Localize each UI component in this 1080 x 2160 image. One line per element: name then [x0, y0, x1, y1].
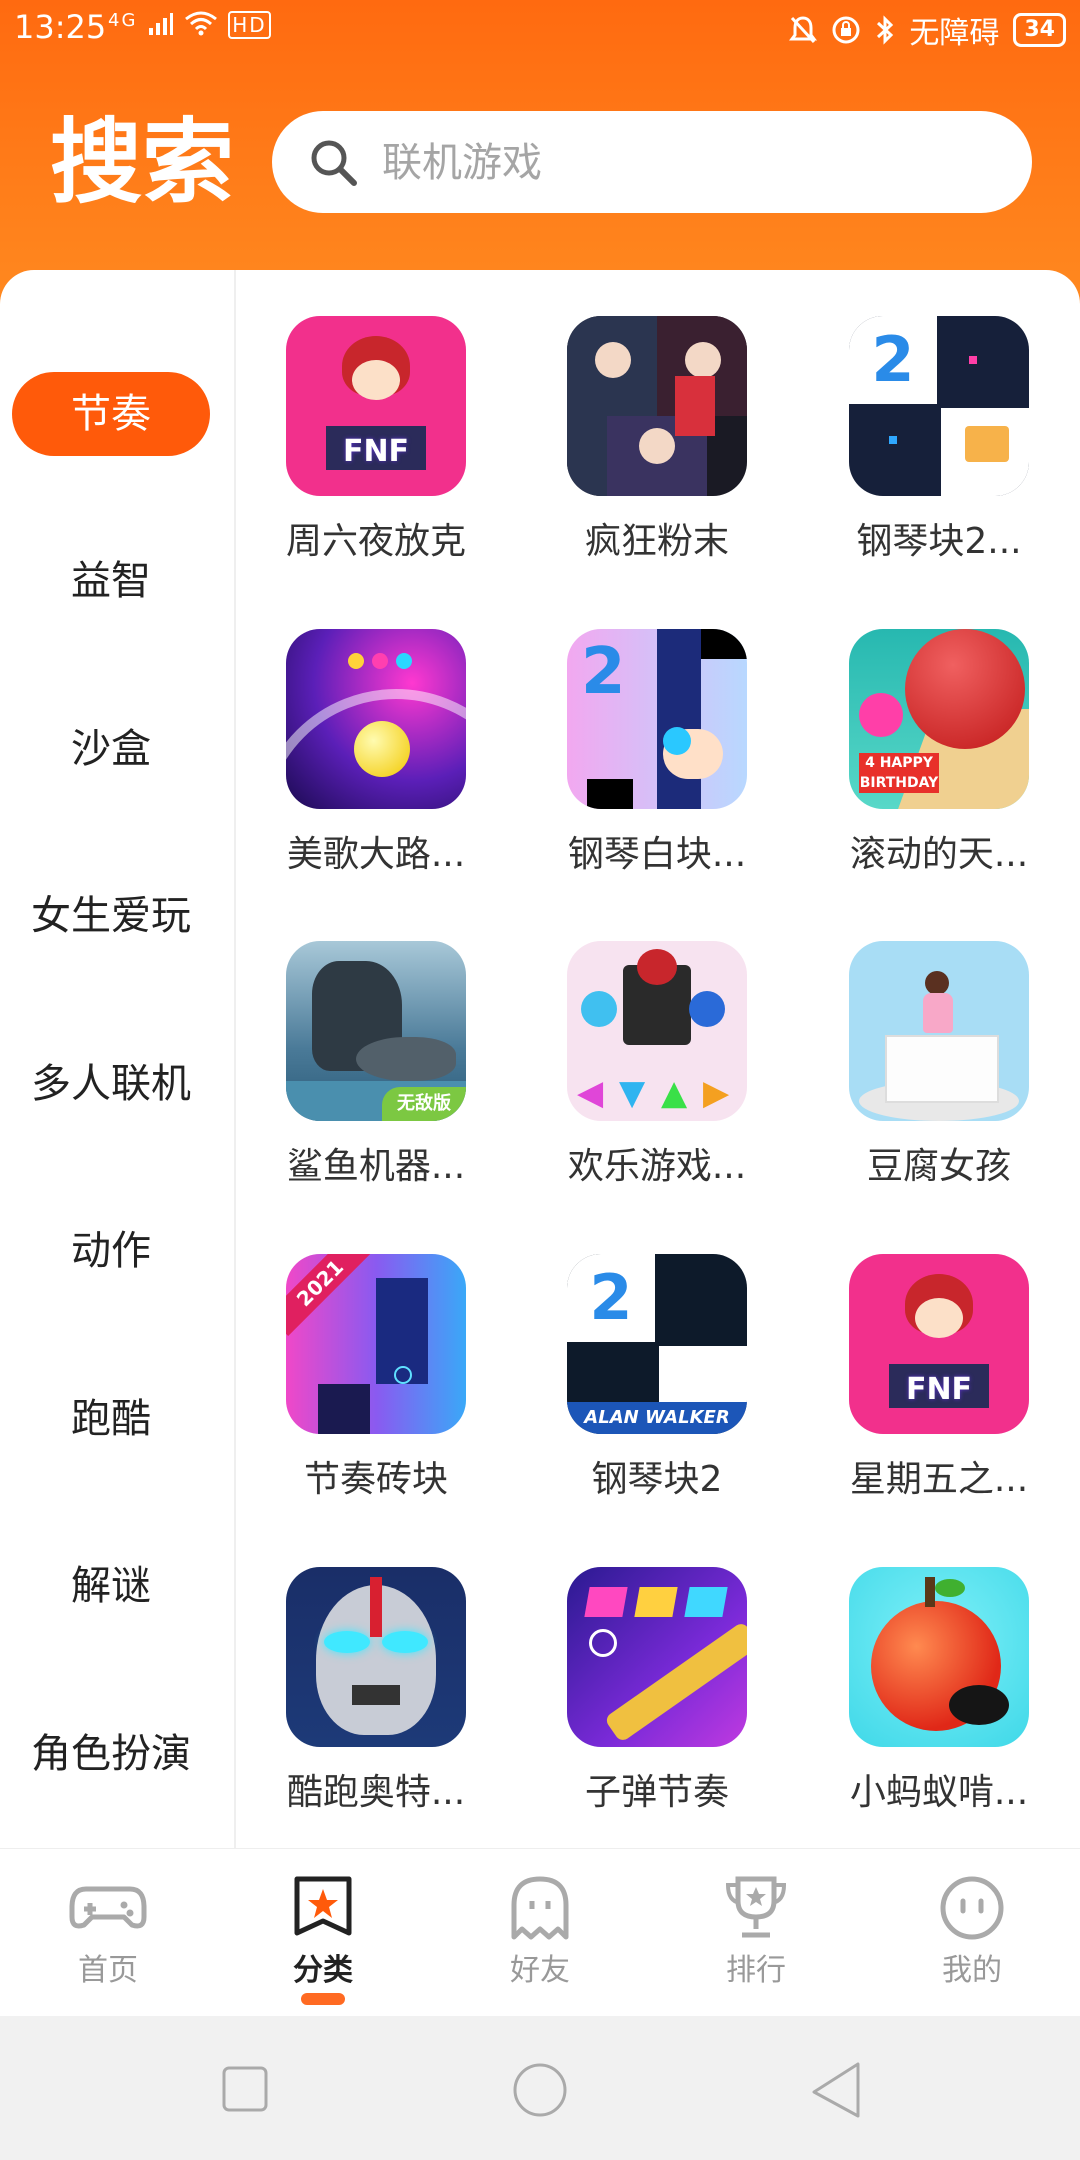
accessibility-label: 无障碍 [909, 16, 1000, 51]
search-input[interactable] [380, 133, 1004, 193]
ant-apple-icon [849, 1567, 1029, 1747]
game-name: 滚动的天... [849, 834, 1029, 875]
game-tile[interactable]: 美歌大路... [276, 629, 476, 889]
wifi-icon [185, 11, 217, 36]
game-name: 小蚂蚁啃... [849, 1772, 1029, 1813]
ultraman-icon [286, 1567, 466, 1747]
category-star-icon [294, 1876, 352, 1936]
game-name: 美歌大路... [286, 834, 466, 875]
sidebar-item-girls[interactable]: 女生爱玩 [12, 874, 210, 958]
game-tile[interactable]: FNF 星期五之... [839, 1254, 1039, 1514]
game-tile[interactable]: 豆腐女孩 [839, 941, 1039, 1201]
fnf-friday-icon: FNF [849, 1254, 1029, 1434]
smiley-profile-icon [940, 1876, 1004, 1940]
bullet-rhythm-gun-icon [567, 1567, 747, 1747]
nav-friends[interactable]: 好友 [460, 1873, 620, 1991]
shark-robot-icon: 无敌版 [286, 941, 466, 1121]
network-type: 4G [108, 10, 138, 31]
gamepad-icon [69, 1886, 147, 1929]
rhythm-tiles-2021-icon: 2021 [286, 1254, 466, 1434]
sidebar-item-roleplay[interactable]: 角色扮演 [12, 1712, 210, 1796]
game-name: 子弹节奏 [584, 1772, 729, 1813]
piano-tiles-birthday-icon: 2 [849, 316, 1029, 496]
search-bar[interactable] [272, 111, 1032, 213]
bluetooth-icon [877, 15, 894, 45]
piano-tap-finger-icon: 2 [567, 629, 747, 809]
nav-home[interactable]: 首页 [28, 1873, 188, 1991]
bell-muted-icon [789, 16, 818, 44]
game-name: 欢乐游戏... [567, 1146, 747, 1187]
tofu-girl-icon [849, 941, 1029, 1121]
anime-trio-icon [567, 316, 747, 496]
battery-icon: 34 [1013, 13, 1066, 47]
nav-category[interactable]: 分类 [243, 1873, 403, 2005]
sidebar-item-riddle[interactable]: 解谜 [12, 1544, 210, 1628]
game-tile[interactable]: 2 钢琴块2... [839, 316, 1039, 576]
rolling-ball-neon-icon [286, 629, 466, 809]
nav-friends-label: 好友 [510, 1953, 570, 1988]
recent-apps-icon[interactable] [220, 2064, 270, 2114]
rolling-sky-birthday-icon: 4 HAPPY BIRTHDAY [849, 629, 1029, 809]
sidebar-item-sandbox[interactable]: 沙盒 [12, 707, 210, 791]
sidebar-item-action[interactable]: 动作 [12, 1209, 210, 1293]
back-triangle-icon[interactable] [808, 2060, 864, 2120]
fnf-dance-arrows-icon: ◀ ▼ ▲ ▶ [567, 941, 747, 1121]
trophy-icon [725, 1876, 787, 1938]
page-title: 搜索 [50, 109, 235, 216]
piano-tiles-alan-walker-icon: 2 ALAN WALKER [567, 1254, 747, 1434]
game-name: 钢琴白块... [567, 834, 747, 875]
bottom-nav: 首页 分类 好友 排行 我的 [0, 1848, 1080, 2017]
game-name: 疯狂粉末 [584, 521, 729, 562]
game-name: 豆腐女孩 [866, 1146, 1011, 1187]
game-name: 节奏砖块 [303, 1459, 448, 1500]
game-name: 鲨鱼机器... [286, 1146, 466, 1187]
nav-profile-label: 我的 [942, 1953, 1002, 1988]
game-tile[interactable]: FNF 周六夜放克 [276, 316, 476, 576]
nav-ranking-label: 排行 [726, 1953, 786, 1988]
nav-home-label: 首页 [78, 1953, 138, 1988]
game-tile[interactable]: 2021 节奏砖块 [276, 1254, 476, 1514]
active-indicator [301, 1993, 345, 2005]
sidebar-item-parkour[interactable]: 跑酷 [12, 1377, 210, 1461]
game-name: 周六夜放克 [285, 521, 466, 562]
fnf-girlfriend-icon: FNF [286, 316, 466, 496]
sidebar-item-multiplayer[interactable]: 多人联机 [12, 1042, 210, 1126]
search-icon [311, 140, 357, 186]
game-tile[interactable]: 酷跑奥特... [276, 1567, 476, 1827]
game-tile[interactable]: 2 ALAN WALKER 钢琴块2 [557, 1254, 757, 1514]
rotation-lock-icon [832, 16, 860, 44]
home-circle-icon[interactable] [512, 2062, 568, 2118]
game-tile[interactable]: 2 钢琴白块... [557, 629, 757, 889]
game-tile[interactable]: 无敌版鲨鱼机器... [276, 941, 476, 1201]
nav-ranking[interactable]: 排行 [676, 1873, 836, 1991]
game-tile[interactable]: 小蚂蚁啃... [839, 1567, 1039, 1827]
nav-profile[interactable]: 我的 [892, 1873, 1052, 1991]
category-sidebar: 节奏 益智 沙盒 女生爱玩 多人联机 动作 跑酷 解谜 角色扮演 [0, 270, 236, 1850]
system-nav-bar [0, 2016, 1080, 2160]
sidebar-item-rhythm[interactable]: 节奏 [12, 372, 210, 456]
status-bar: 13:25 4G HD 无障碍 34 [0, 0, 1080, 56]
game-tile[interactable]: 4 HAPPY BIRTHDAY 滚动的天... [839, 629, 1039, 889]
game-name: 酷跑奥特... [286, 1772, 466, 1813]
game-name: 钢琴块2 [591, 1459, 723, 1500]
ghost-friend-icon [511, 1876, 569, 1940]
signal-icon: 4G HD [108, 10, 271, 41]
status-time: 13:25 [14, 8, 107, 46]
game-name: 星期五之... [849, 1459, 1029, 1500]
game-name: 钢琴块2... [856, 521, 1022, 562]
game-tile[interactable]: ◀ ▼ ▲ ▶ 欢乐游戏... [557, 941, 757, 1201]
hd-badge: HD [228, 11, 271, 39]
game-tile[interactable]: 子弹节奏 [557, 1567, 757, 1827]
game-tile[interactable]: 疯狂粉末 [557, 316, 757, 576]
sidebar-item-puzzle[interactable]: 益智 [12, 539, 210, 623]
nav-category-label: 分类 [293, 1953, 353, 1988]
